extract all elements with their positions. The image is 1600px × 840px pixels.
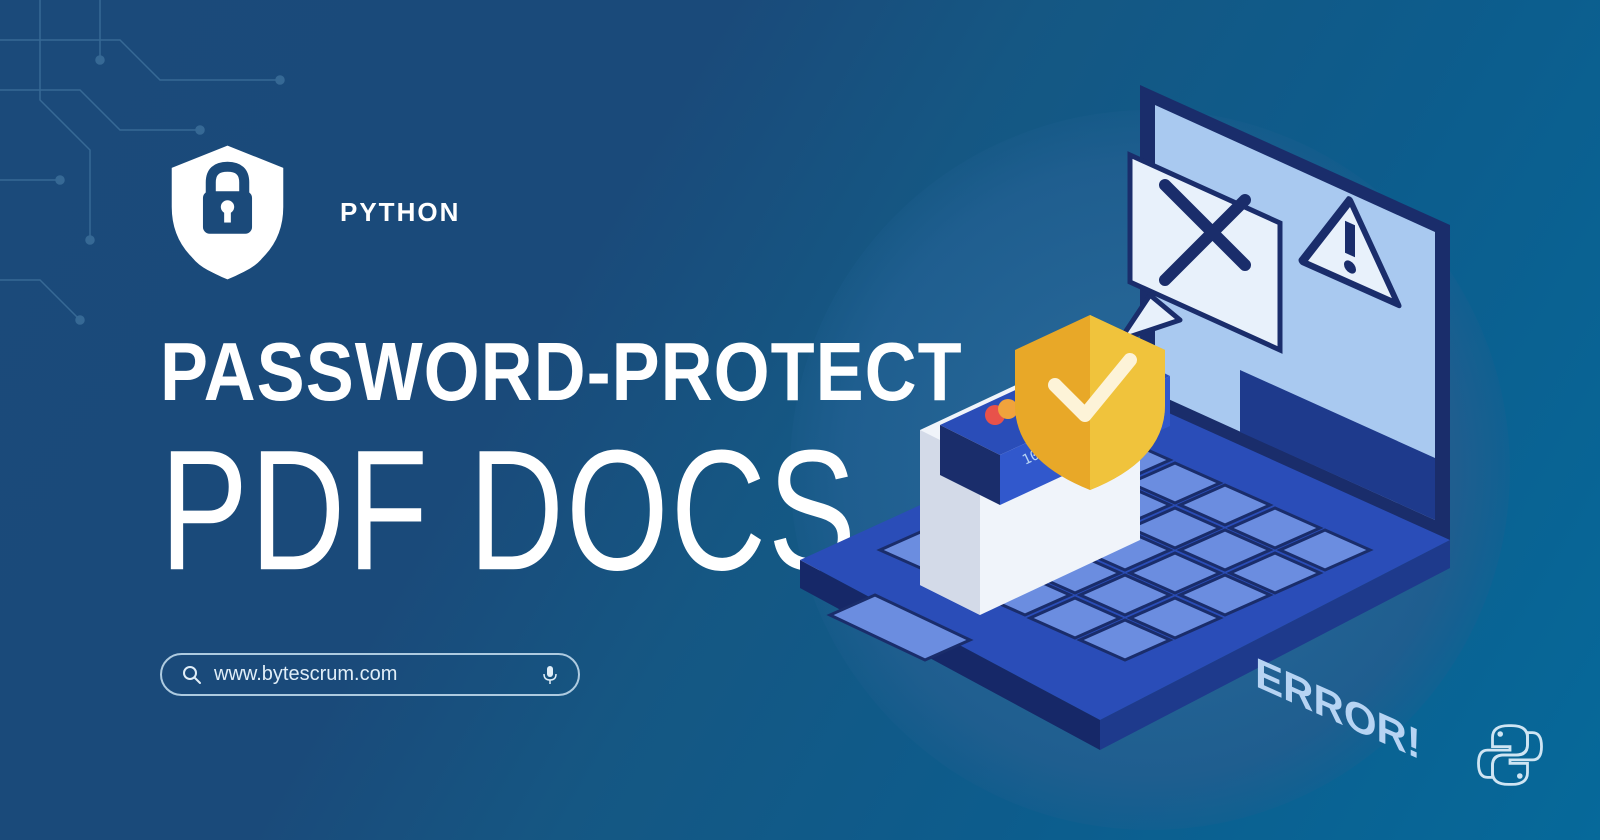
mic-icon	[542, 665, 558, 685]
search-url-text: www.bytescrum.com	[214, 663, 530, 686]
lock-shield-icon	[160, 140, 295, 285]
laptop-illustration: ERROR! 1098 7654 3210	[770, 60, 1470, 760]
python-icon	[1475, 720, 1545, 795]
search-icon	[182, 665, 202, 685]
svg-text:ERROR!: ERROR!	[1255, 649, 1421, 760]
search-bar[interactable]: www.bytescrum.com	[160, 653, 580, 696]
topic-label: PYTHON	[340, 197, 460, 228]
